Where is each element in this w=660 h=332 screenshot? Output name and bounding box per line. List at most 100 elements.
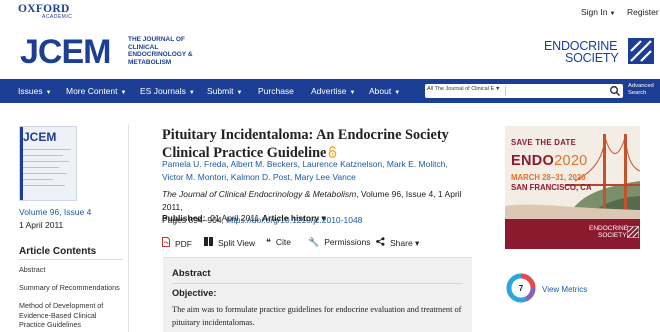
nav-advertise-label: Advertise [311,86,347,96]
article-history-dropdown[interactable]: Article history ▾ [262,213,326,224]
endocrine-society-mark-icon [627,226,639,238]
author-line[interactable]: Pamela U. Freda, Albert M. Beckers, Laur… [162,158,462,171]
search-icon[interactable] [609,85,621,97]
share-label: Share ▾ [390,238,420,248]
chevron-down-icon: ▼ [120,90,127,96]
search-input[interactable] [508,85,604,97]
open-access-icon [329,146,337,158]
toc-item-method[interactable]: Method of Development of Evidence-Based … [19,301,124,330]
ad-city: SAN FRANCISCO, CA [511,183,592,192]
chevron-down-icon: ▼ [394,90,401,96]
share-icon [376,237,385,246]
cite-label: Cite [275,237,291,247]
volume-issue-link[interactable]: Volume 96, Issue 4 [19,207,91,217]
issue-cover-image[interactable]: JCEM [19,126,77,201]
author-list: Pamela U. Freda, Albert M. Beckers, Laur… [162,158,462,184]
ad-endo-word: ENDO [511,153,555,169]
published-date: Published: 01 April 2011 [162,213,259,223]
article-title-text: Pituitary Incidentaloma: An Endocrine So… [162,127,449,161]
chevron-down-icon[interactable]: ▼ [495,86,500,92]
ad-endocrine-society-logo: ENDOCRINE SOCIETY [589,225,628,239]
cite-button[interactable]: ❝ Cite [266,237,291,248]
split-view-button[interactable]: Split View [204,237,255,248]
cover-text-line [23,167,59,168]
endocrine-society-mark-icon [628,38,654,64]
nav-about[interactable]: About ▼ [369,86,400,96]
sign-in-label: Sign In [581,7,608,17]
cover-text-line [23,185,65,186]
advanced-search-line2: Search [628,90,647,96]
journal-subtitle: THE JOURNAL OF CLINICAL ENDOCRINOLOGY & … [128,36,193,66]
objective-text: The aim was to formulate practice guidel… [172,305,462,327]
pdf-label: PDF [175,239,192,249]
ad-dates: MARCH 28–31, 2020 [511,173,586,182]
cover-text-line [23,179,53,180]
ad-footer: ENDOCRINE SOCIETY [505,219,640,249]
nav-about-label: About [369,86,392,96]
endocrine-society-logo[interactable]: ENDOCRINE SOCIETY [544,40,619,65]
view-metrics-link[interactable]: View Metrics [542,285,587,294]
article-tools: PDF Split View ❝ Cite 🔧 Permissions Share … [162,237,472,249]
ad-es-line1: ENDOCRINE [589,225,629,232]
search-divider [505,86,506,96]
nav-es-journals-label: ES Journals [140,86,186,96]
cover-text-line [23,161,69,162]
oxford-academic-label: ACADEMIC [42,14,73,20]
toc-item-summary[interactable]: Summary of Recommendations [19,283,124,293]
share-button[interactable]: Share ▾ [376,237,419,249]
abstract-section: Abstract Objective: The aim was to formu… [163,257,472,332]
wrench-icon: 🔧 [308,237,320,247]
endocrine-society-line2: SOCIETY [565,51,619,65]
nav-issues-label: Issues [18,86,43,96]
permissions-label: Permissions [324,237,371,247]
nav-submit-label: Submit [207,86,234,96]
endo-2020-advertisement[interactable]: SAVE THE DATE ENDO2020 MARCH 28–31, 2020… [505,126,640,249]
cover-text-line [23,149,71,150]
nav-purchase[interactable]: Purchase [258,86,294,96]
article-contents-heading: Article Contents [19,246,97,257]
ad-endo-title: ENDO2020 [511,153,588,169]
jcem-logo[interactable]: JCEM [20,35,111,69]
permissions-button[interactable]: 🔧 Permissions [308,237,371,248]
register-link[interactable]: Register [627,7,659,17]
nav-advertise[interactable]: Advertise ▼ [311,86,355,96]
chevron-down-icon: ▼ [349,90,356,96]
nav-more-content-label: More Content [66,86,118,96]
nav-purchase-label: Purchase [258,86,294,96]
author-line[interactable]: Victor M. Montori, Kalmon D. Post, Mary … [162,171,462,184]
advanced-search-link[interactable]: Advanced Search [628,83,654,97]
nav-issues[interactable]: Issues ▼ [18,86,52,96]
nav-more-content[interactable]: More Content ▼ [66,86,126,96]
abstract-heading: Abstract [172,268,211,279]
chevron-down-icon: ▼ [609,11,616,17]
divider [19,259,123,260]
pdf-icon [162,237,170,247]
split-view-icon [204,237,213,246]
top-utility-bar: OXFORD ACADEMIC Sign In ▼ Register [0,0,660,24]
column-divider [128,124,129,332]
toc-item-abstract[interactable]: Abstract [19,265,124,275]
chevron-down-icon: ▼ [188,90,195,96]
cover-text-line [23,173,67,174]
objective-heading: Objective: [172,288,217,298]
divider [172,283,463,284]
nav-submit[interactable]: Submit ▼ [207,86,242,96]
main-navigation: Issues ▼ More Content ▼ ES Journals ▼ Submi… [0,79,660,103]
advanced-search-line1: Advanced [628,83,654,89]
search-scope-select[interactable]: All The Journal of Clinical E [427,86,503,96]
pdf-button[interactable]: PDF [162,237,192,249]
chevron-down-icon: ▼ [236,90,243,96]
published-label: Published: [162,213,206,223]
published-value: 01 April 2011 [210,213,260,223]
search-bar: All The Journal of Clinical E ▼ [425,84,623,98]
article-title: Pituitary Incidentaloma: An Endocrine So… [162,126,467,162]
ad-endo-year: 2020 [554,153,588,169]
nav-es-journals[interactable]: ES Journals ▼ [140,86,195,96]
cover-title: JCEM [23,130,57,144]
sign-in-button[interactable]: Sign In ▼ [581,7,615,17]
citation-line: The Journal of Clinical Endocrinology & … [162,188,467,214]
ad-es-line2: SOCIETY [598,232,627,239]
altmetric-score: 7 [518,284,524,293]
issue-date: 1 April 2011 [19,220,64,230]
cover-text-line [23,155,63,156]
